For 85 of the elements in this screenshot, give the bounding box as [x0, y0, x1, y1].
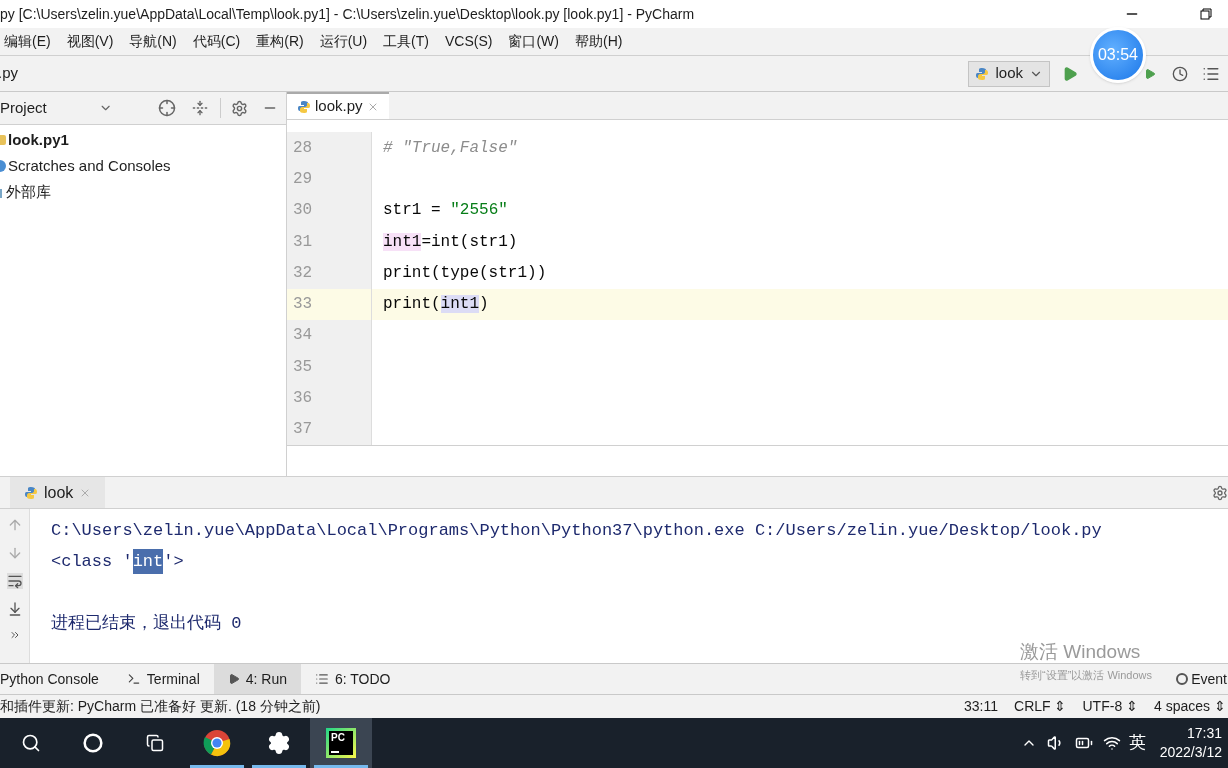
tree-item[interactable]: look.py1 — [8, 128, 69, 152]
indent-setting[interactable]: 4 spaces ⇕ — [1154, 696, 1226, 717]
terminal-icon — [126, 672, 141, 686]
search-icon[interactable] — [21, 733, 41, 753]
code-text: print( — [383, 295, 441, 314]
pycharm-logo[interactable]: PC — [326, 728, 356, 758]
code-text: int1 — [383, 232, 422, 251]
activation-hint: 转到“设置”以激活 Windows — [1020, 667, 1152, 683]
menu-item[interactable]: 编辑(E) — [4, 31, 51, 52]
menu-item[interactable]: 运行(U) — [319, 31, 368, 52]
running-indicator — [252, 765, 306, 768]
tool-tab[interactable]: 4: Run — [213, 664, 301, 694]
tool-tab[interactable]: 6: TODO — [301, 664, 405, 694]
menu-item[interactable]: 重构(R) — [256, 31, 304, 52]
code-text: str1 = — [383, 201, 442, 220]
wifi-icon[interactable] — [1102, 734, 1121, 752]
panel-title[interactable]: Project — [0, 96, 47, 120]
profile-icon[interactable] — [1172, 65, 1188, 82]
python-file-icon — [297, 99, 311, 114]
tree-item[interactable]: 外部库 — [6, 180, 51, 204]
breadcrumb[interactable]: .py — [0, 62, 969, 85]
run-icon[interactable] — [1144, 67, 1156, 80]
console-text: C:\Users\zelin.yue\AppData\Local\Programs\Python\Python37\python.exe C:/Users/zelin.yue/Desktop/look.py — [51, 519, 1102, 542]
taskbar-app[interactable]: PC — [310, 718, 372, 768]
caret-position[interactable]: 33:11 — [964, 696, 999, 717]
code-text: int1 — [440, 295, 479, 314]
tool-tab[interactable]: Python Console — [0, 664, 113, 694]
line-number: 33 — [293, 294, 313, 316]
python-icon — [24, 485, 38, 500]
line-separator[interactable]: CRLF ⇕ — [1014, 696, 1067, 717]
line-number: 36 — [293, 388, 313, 410]
console-text: '> — [163, 550, 184, 573]
console-text: 进程已结束，退出代码 0 — [51, 612, 242, 635]
tool-tab[interactable]: Terminal — [112, 664, 214, 694]
locate-icon[interactable] — [158, 99, 176, 117]
clock-time[interactable]: 17:31 — [1186, 724, 1222, 743]
task-view-icon[interactable] — [146, 734, 164, 752]
menu-item[interactable]: 视图(V) — [66, 31, 114, 52]
event-log-icon — [1176, 673, 1189, 685]
console-text: int — [132, 548, 164, 575]
line-number: 30 — [293, 200, 313, 222]
restore-icon[interactable] — [1200, 8, 1212, 20]
running-indicator — [314, 765, 368, 768]
line-number: 31 — [293, 231, 313, 253]
python-icon — [975, 66, 990, 81]
run-config-dropdown[interactable]: look — [968, 60, 1050, 87]
more-icon[interactable] — [8, 629, 21, 641]
code-text: print(type(str1)) — [383, 263, 547, 282]
window-title: py [C:\Users\zelin.yue\AppData\Local\Temp\look.py1] - C:\Users\zelin.yue\Desktop\look.py [look.py1] - PyCharm — [0, 4, 696, 24]
run-tab[interactable]: look — [10, 477, 106, 508]
line-number: 29 — [293, 168, 313, 190]
tree-item[interactable]: Scratches and Consoles — [8, 154, 171, 178]
menu-item[interactable]: 代码(C) — [192, 31, 241, 52]
circle-icon[interactable] — [83, 733, 103, 753]
console-text: <class ' — [51, 550, 133, 573]
chrome-icon[interactable] — [203, 729, 231, 757]
editor-tab[interactable]: look.py — [287, 92, 389, 120]
activation-title: 激活 Windows — [1020, 640, 1142, 664]
line-number: 34 — [293, 325, 313, 347]
play-icon — [227, 673, 240, 685]
file-encoding[interactable]: UTF-8 ⇕ — [1082, 696, 1139, 717]
ime-indicator[interactable]: 英 — [1128, 730, 1146, 756]
menu-item[interactable]: 导航(N) — [129, 31, 177, 52]
menu-item[interactable]: 帮助(H) — [575, 31, 623, 52]
list-icon — [315, 672, 329, 686]
menu-item[interactable]: 工具(T) — [383, 31, 429, 52]
run-icon[interactable] — [1062, 65, 1078, 82]
menu-item[interactable]: VCS(S) — [445, 31, 493, 52]
menu-item[interactable]: 窗口(W) — [508, 31, 559, 52]
code-string: ″2556″ — [450, 201, 508, 220]
line-number: 32 — [293, 262, 313, 284]
code-text: ) — [479, 295, 489, 314]
code-text: =int(str1) — [421, 232, 518, 251]
timer-bubble: 03:54 — [1090, 27, 1146, 83]
line-number: 28 — [293, 137, 313, 159]
soft-wrap-icon[interactable] — [6, 573, 23, 589]
line-number: 35 — [293, 356, 313, 378]
collapse-icon[interactable] — [192, 100, 208, 116]
running-indicator — [190, 765, 244, 768]
code-comment: # ″True,False″ — [383, 138, 518, 157]
clock-date[interactable]: 2022/3/12 — [1159, 743, 1222, 762]
settings-icon[interactable] — [267, 731, 291, 755]
event-log-tab[interactable]: Event — [1191, 668, 1227, 690]
line-number: 37 — [293, 419, 313, 441]
status-message: 和插件更新: PyCharm 已准备好 更新. (18 分钟之前) — [0, 697, 322, 716]
